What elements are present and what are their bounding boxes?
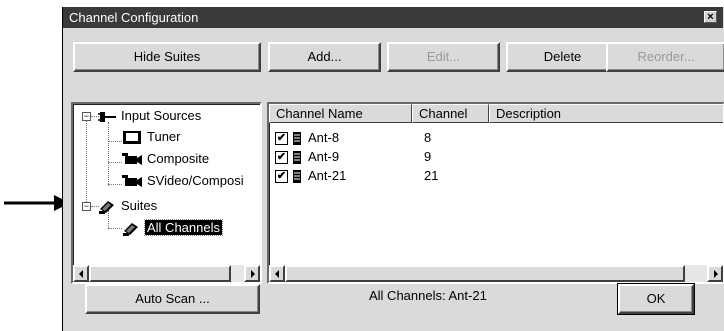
- tree-item-label: Suites: [121, 198, 158, 213]
- camera-icon: [122, 152, 142, 165]
- title-bar: Channel Configuration ×: [63, 7, 723, 28]
- tree-item-label: SVideo/Composi: [147, 173, 244, 188]
- tree-connector: [108, 141, 122, 142]
- monitor-icon: [123, 130, 141, 144]
- channel-number-cell: 21: [424, 168, 439, 183]
- channel-name-cell: Ant-9: [308, 149, 340, 164]
- add-button[interactable]: Add...: [268, 42, 381, 72]
- ok-button[interactable]: OK: [617, 283, 695, 315]
- channel-name-cell: Ant-21: [308, 168, 347, 183]
- row-checkbox[interactable]: ✔: [275, 151, 288, 164]
- channel-configuration-dialog: Channel Configuration × Hide Suites Add.…: [62, 7, 724, 331]
- auto-scan-button[interactable]: Auto Scan ...: [85, 284, 260, 314]
- tree-connector: [86, 118, 87, 208]
- row-checkbox[interactable]: ✔: [275, 170, 288, 183]
- collapse-input-sources-icon[interactable]: −: [82, 112, 91, 121]
- table-row[interactable]: ✔ Ant-21 21: [269, 167, 723, 185]
- suites-tree-panel: − Input Sources Tuner Composite SVideo/C…: [71, 102, 262, 284]
- column-header-channel[interactable]: Channel: [412, 104, 489, 123]
- tree-item-svideo[interactable]: SVideo/Composi: [122, 172, 244, 190]
- status-text: All Channels: Ant-21: [369, 288, 487, 303]
- tree-connector: [108, 228, 122, 229]
- table-row[interactable]: ✔ Ant-8 8: [269, 129, 723, 147]
- column-header-channel-name[interactable]: Channel Name: [269, 104, 412, 123]
- channel-list-panel: Channel Name Channel Description ✔ Ant-8…: [267, 102, 724, 284]
- row-checkbox[interactable]: ✔: [275, 132, 288, 145]
- tree-horizontal-scrollbar[interactable]: [73, 265, 260, 282]
- list-horizontal-scrollbar[interactable]: [269, 265, 723, 282]
- tree-item-label: Input Sources: [121, 108, 202, 123]
- channel-icon: [293, 132, 301, 145]
- camera-icon: [122, 174, 142, 187]
- scroll-left-button[interactable]: [269, 265, 285, 282]
- channel-icon: [293, 170, 301, 183]
- delete-button[interactable]: Delete: [506, 42, 619, 72]
- channel-number-cell: 8: [424, 130, 432, 145]
- scroll-thumb[interactable]: [285, 265, 685, 282]
- tree-item-composite[interactable]: Composite: [122, 150, 209, 168]
- plug-icon: [98, 111, 116, 122]
- tree-item-label: Tuner: [147, 129, 181, 144]
- scroll-left-button[interactable]: [73, 265, 89, 282]
- column-header-description[interactable]: Description: [489, 104, 723, 123]
- scroll-thumb[interactable]: [89, 265, 231, 282]
- pointer-arrow-icon: [4, 195, 70, 211]
- tree-connector: [108, 184, 122, 185]
- channel-icon: [293, 151, 301, 164]
- tree-item-input-sources[interactable]: Input Sources: [98, 107, 201, 125]
- scroll-right-button[interactable]: [707, 265, 723, 282]
- dialog-title: Channel Configuration: [69, 10, 199, 25]
- close-button[interactable]: ×: [704, 11, 717, 23]
- channel-number-cell: 9: [424, 149, 432, 164]
- channel-name-cell: Ant-8: [308, 130, 340, 145]
- tree-item-label: All Channels: [144, 219, 223, 236]
- scroll-right-button[interactable]: [244, 265, 260, 282]
- reorder-button[interactable]: Reorder...: [606, 42, 724, 72]
- table-row[interactable]: ✔ Ant-9 9: [269, 148, 723, 166]
- suite-icon: [123, 222, 138, 236]
- tree-item-label: Composite: [147, 151, 210, 166]
- hide-suites-button[interactable]: Hide Suites: [73, 42, 261, 72]
- tree-item-suites[interactable]: Suites: [98, 197, 157, 215]
- tree-connector: [108, 122, 109, 186]
- edit-button[interactable]: Edit...: [387, 42, 500, 72]
- collapse-suites-icon[interactable]: −: [82, 202, 91, 211]
- tree-item-tuner[interactable]: Tuner: [122, 128, 180, 146]
- tree-item-all-channels[interactable]: All Channels: [122, 219, 223, 237]
- tree-connector: [108, 162, 122, 163]
- suite-icon: [99, 200, 114, 214]
